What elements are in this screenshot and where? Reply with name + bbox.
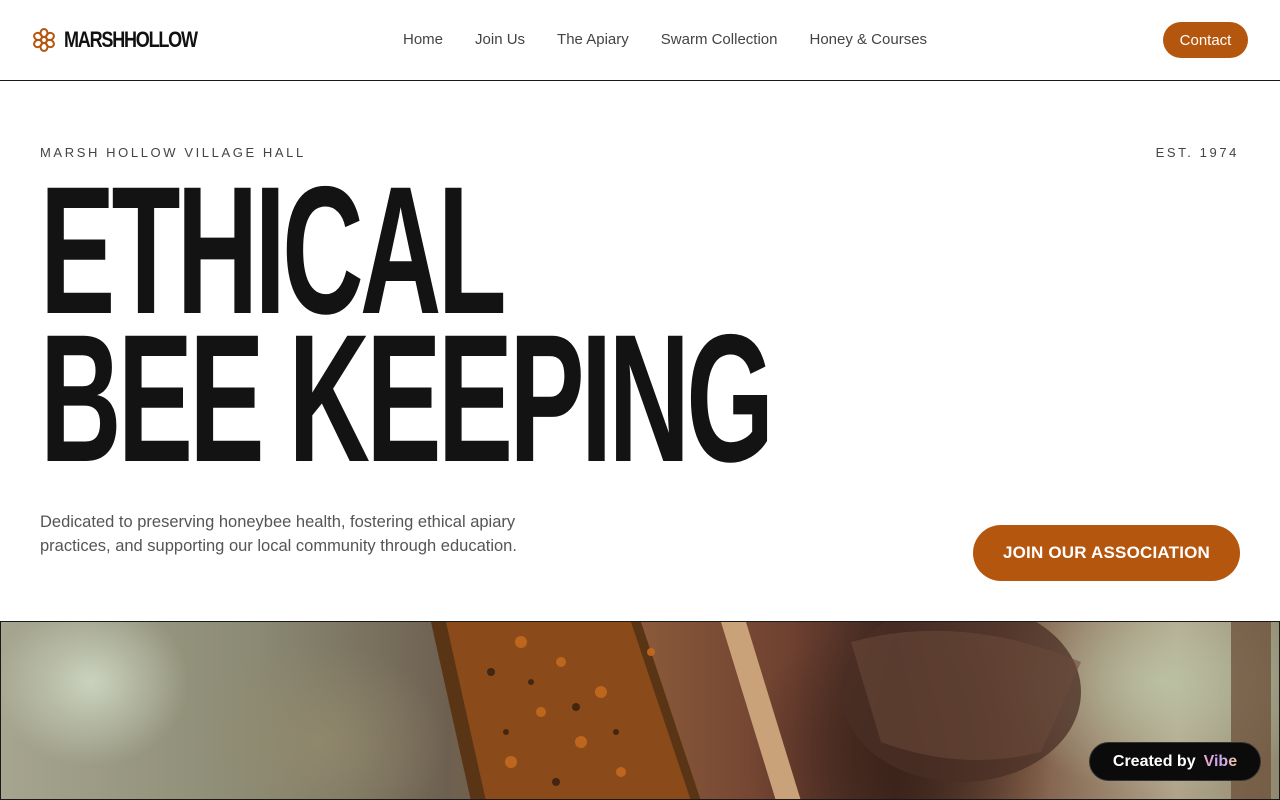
hero-image (0, 621, 1280, 800)
nav-home[interactable]: Home (403, 30, 443, 50)
nav-the-apiary[interactable]: The Apiary (557, 30, 629, 50)
join-association-button[interactable]: JOIN OUR ASSOCIATION (973, 525, 1240, 581)
hero-description: Dedicated to preserving honeybee health,… (40, 513, 517, 555)
badge-brand: Vibe (1203, 752, 1238, 770)
logo-text: MARSHHOLLOW (64, 27, 198, 52)
nav-honey-courses[interactable]: Honey & Courses (809, 30, 927, 50)
created-by-badge[interactable]: Created by Vibe (1089, 742, 1261, 781)
site-header: MARSHHOLLOW Home Join Us The Apiary Swar… (0, 0, 1280, 81)
established-eyebrow: EST. 1974 (1155, 145, 1239, 160)
beekeeper-photo (431, 622, 1271, 799)
nav-join-us[interactable]: Join Us (475, 30, 525, 50)
nav-swarm-collection[interactable]: Swarm Collection (661, 30, 778, 50)
headline-line-2: BEE KEEPING (40, 296, 774, 500)
main-nav: Home Join Us The Apiary Swarm Collection… (403, 30, 927, 50)
flower-icon (33, 28, 55, 52)
contact-button[interactable]: Contact (1163, 22, 1248, 58)
hero-headline: ETHICAL BEE KEEPING (40, 159, 1218, 500)
logo[interactable]: MARSHHOLLOW (33, 27, 226, 53)
badge-prefix: Created by (1112, 752, 1196, 770)
